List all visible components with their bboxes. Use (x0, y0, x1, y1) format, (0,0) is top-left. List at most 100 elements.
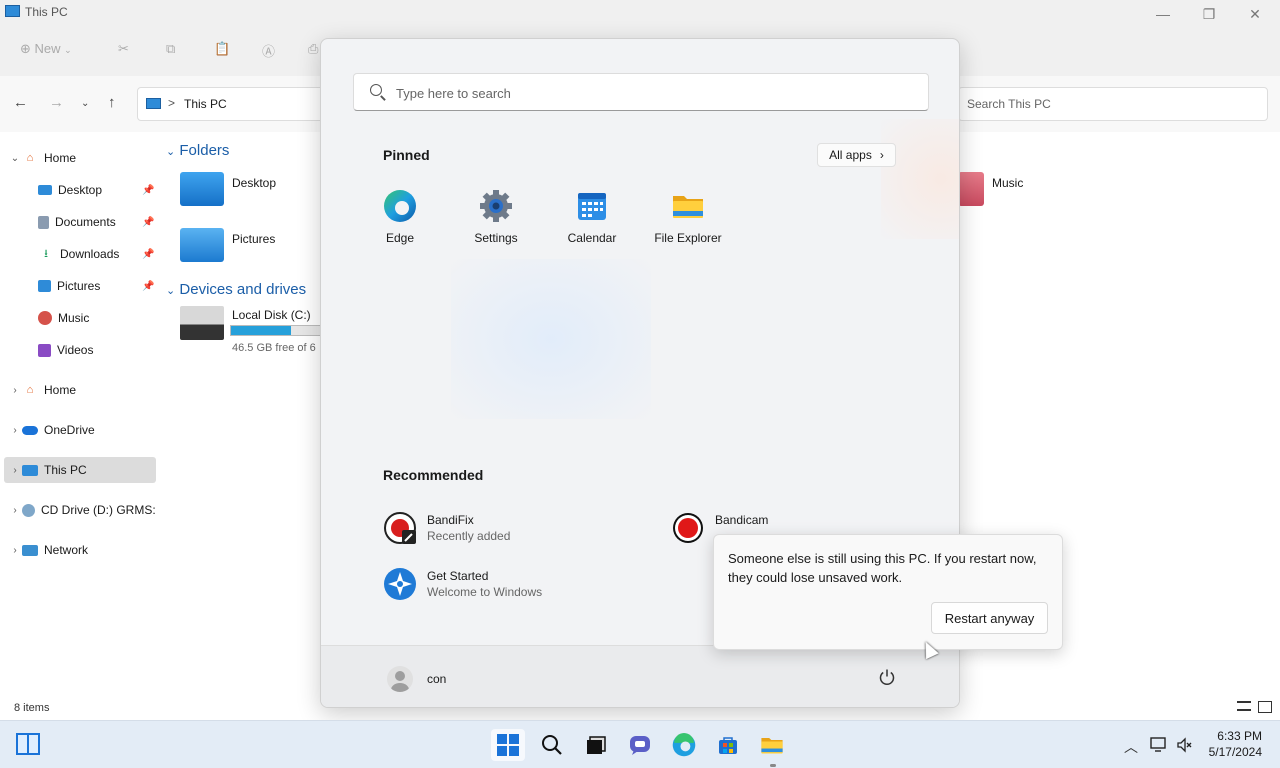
chat-button[interactable] (623, 729, 657, 761)
rename-icon[interactable]: Ⓐ (262, 41, 275, 60)
power-icon[interactable] (878, 668, 896, 686)
start-button[interactable] (491, 729, 525, 761)
network-monitor-icon[interactable] (1150, 737, 1168, 756)
folder-name: Pictures (232, 232, 276, 246)
chevron-right-icon[interactable]: › (8, 425, 22, 436)
details-view-icon[interactable] (1237, 701, 1251, 711)
restore-button[interactable]: ❐ (1196, 4, 1222, 24)
download-arrow-icon: ⭳ (44, 247, 48, 260)
pinned-app-settings[interactable]: Settings (451, 189, 541, 245)
folder-desktop[interactable]: Desktop (180, 172, 276, 206)
folder-icon (761, 737, 783, 754)
new-button[interactable]: ⊕ New ⌄ (20, 41, 72, 57)
drive-name: Local Disk (C:) (232, 308, 311, 322)
chevron-right-icon[interactable]: › (8, 465, 22, 476)
task-view-icon (587, 736, 606, 754)
chevron-down-icon[interactable]: ⌄ (8, 153, 22, 164)
nav-item-desktop[interactable]: Desktop 📌 (22, 177, 158, 203)
nav-item-this-pc[interactable]: › This PC (4, 457, 156, 483)
onedrive-cloud-icon (22, 425, 38, 435)
start-footer: con (321, 645, 959, 707)
nav-item-videos[interactable]: Videos (22, 337, 93, 363)
nav-item-network[interactable]: › Network (8, 537, 88, 563)
explorer-search-placeholder: Search This PC (967, 97, 1051, 111)
desktop-icon (38, 185, 52, 195)
chevron-right-icon[interactable]: › (8, 545, 22, 556)
nav-item-onedrive[interactable]: › OneDrive (8, 417, 94, 443)
task-view-button[interactable] (579, 729, 613, 761)
folders-group-header[interactable]: ⌄ Folders (166, 142, 229, 159)
folder-music[interactable]: Music (958, 172, 1023, 206)
tiles-view-icon[interactable] (1258, 701, 1272, 713)
clock-time: 6:33 PM (1217, 729, 1262, 743)
recommended-item-bandifix[interactable]: BandiFix Recently added (383, 511, 510, 545)
user-account-button[interactable]: con (387, 666, 446, 692)
chevron-right-icon[interactable]: › (8, 385, 22, 396)
taskbar-store-button[interactable] (711, 729, 745, 761)
nav-item-label: Videos (57, 343, 94, 357)
explorer-search-input[interactable]: Search This PC (958, 87, 1268, 121)
nav-item-documents[interactable]: Documents 📌 (22, 209, 158, 235)
minimize-button[interactable]: — (1150, 4, 1176, 24)
folder-pictures[interactable]: Pictures (180, 228, 275, 262)
pinned-app-file-explorer[interactable]: File Explorer (643, 189, 733, 245)
address-bar[interactable]: > This PC (137, 87, 327, 121)
restart-anyway-button[interactable]: Restart anyway (931, 602, 1048, 634)
recommended-item-get-started[interactable]: Get Started Welcome to Windows (383, 567, 542, 601)
group-label: Devices and drives (179, 281, 307, 298)
show-hidden-icons-chevron-icon[interactable]: ︿ (1124, 737, 1138, 757)
drive-usage-bar (230, 325, 322, 336)
up-arrow-icon[interactable]: ↑ (108, 94, 116, 111)
chevron-right-icon[interactable]: › (8, 505, 22, 516)
nav-item-home-2[interactable]: › ⌂ Home (8, 377, 76, 403)
chevron-down-icon: ⌄ (64, 45, 72, 55)
navigation-pane: ⌄ ⌂ Home Desktop 📌 Documents 📌 ⭳ Downloa… (0, 140, 160, 560)
nav-item-label: Home (44, 151, 77, 165)
start-search-box[interactable] (353, 73, 929, 111)
start-search-input[interactable] (396, 82, 896, 104)
search-icon (370, 84, 382, 96)
chevron-right-icon: › (879, 148, 884, 162)
recommended-name: Get Started (427, 569, 489, 583)
nav-item-pictures[interactable]: Pictures 📌 (22, 273, 158, 299)
windows-logo-icon (497, 734, 519, 756)
pinned-app-edge[interactable]: Edge (355, 189, 445, 245)
volume-muted-icon[interactable] (1176, 737, 1192, 756)
taskbar-clock[interactable]: 6:33 PM 5/17/2024 (1200, 728, 1262, 760)
cd-drive-icon (22, 503, 35, 517)
breadcrumb[interactable]: This PC (184, 97, 227, 111)
copy-icon[interactable]: ⧉ (166, 41, 175, 57)
pictures-folder-icon (180, 228, 224, 262)
documents-icon (38, 215, 49, 229)
chevron-down-icon: ⌄ (166, 146, 176, 158)
back-arrow-icon[interactable]: ← (13, 94, 28, 111)
gear-icon (479, 189, 513, 223)
pinned-app-calendar[interactable]: Calendar (547, 189, 637, 245)
plus-icon: ⊕ (20, 41, 31, 56)
paste-icon[interactable]: 📋 (214, 41, 230, 57)
all-apps-button[interactable]: All apps › (817, 143, 896, 167)
forward-arrow-icon[interactable]: → (49, 94, 64, 111)
pinned-title: Pinned (383, 147, 430, 163)
hard-drive-icon (180, 306, 224, 340)
taskbar-file-explorer-button[interactable] (755, 729, 789, 761)
nav-item-home[interactable]: ⌄ ⌂ Home (8, 145, 76, 171)
nav-item-downloads[interactable]: ⭳ Downloads 📌 (22, 241, 158, 267)
restart-warning-message: Someone else is still using this PC. If … (728, 551, 1037, 585)
close-button[interactable]: ✕ (1242, 4, 1268, 24)
breadcrumb-separator: > (168, 96, 176, 110)
taskbar-edge-button[interactable] (667, 729, 701, 761)
widgets-icon[interactable] (16, 733, 40, 755)
cut-icon[interactable]: ✂ (118, 41, 129, 57)
nav-item-cd-drive[interactable]: › CD Drive (D:) GRMS: (8, 497, 158, 523)
title-bar: This PC — ❐ ✕ (0, 0, 1280, 28)
devices-group-header[interactable]: ⌄ Devices and drives (166, 281, 306, 298)
share-icon[interactable]: ⎙ (308, 41, 318, 57)
group-label: Folders (179, 142, 230, 159)
get-started-icon (383, 567, 417, 601)
nav-item-music[interactable]: Music (22, 305, 89, 331)
running-app-indicator (770, 764, 776, 767)
recent-chevron-icon[interactable]: ⌄ (81, 98, 89, 109)
taskbar-search-button[interactable] (535, 729, 569, 761)
nav-item-label: CD Drive (D:) GRMS: (41, 503, 156, 517)
